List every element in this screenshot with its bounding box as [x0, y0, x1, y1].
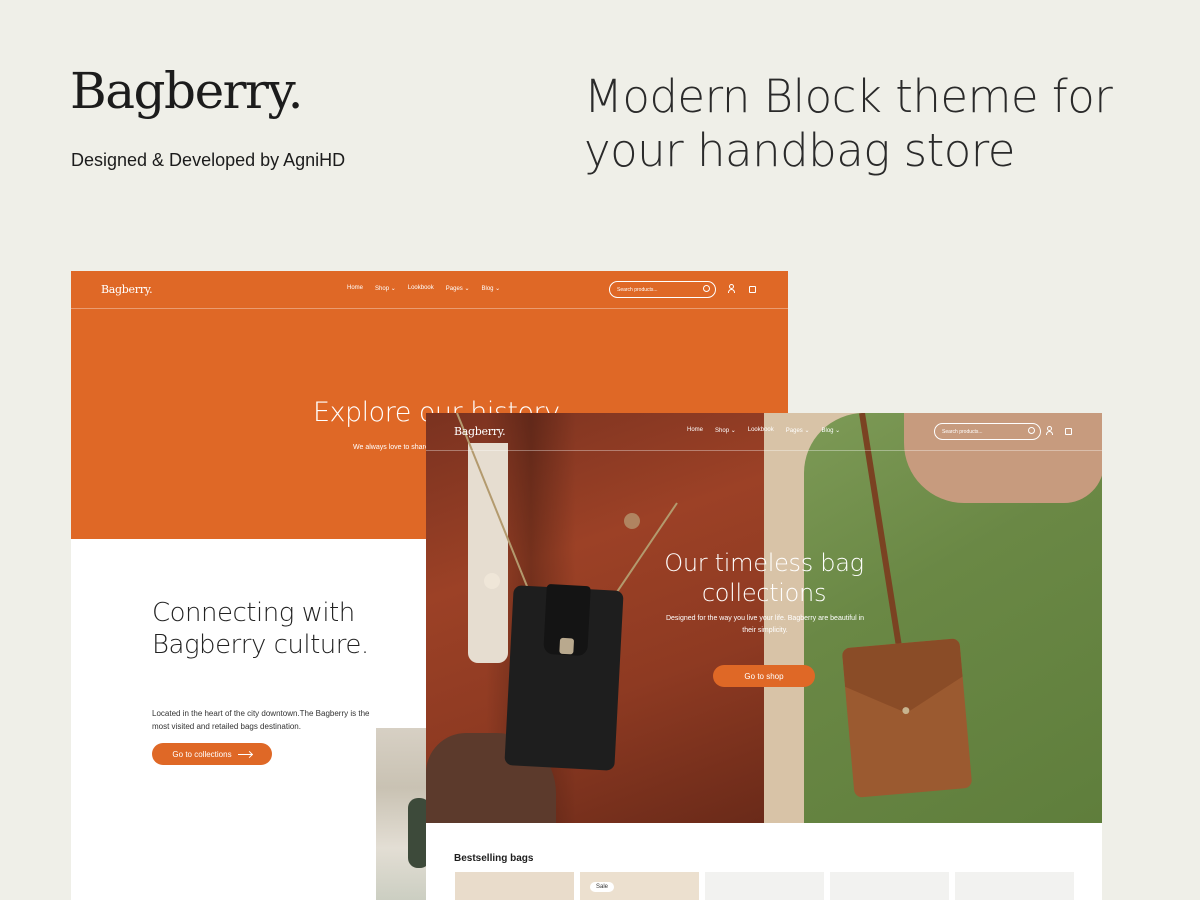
homepage-preview: Bagberry. Home Shop ⌄ Lookbook Pages ⌄ B…: [426, 413, 1102, 900]
product-card[interactable]: [955, 872, 1074, 900]
cart-icon[interactable]: [1064, 426, 1073, 435]
home-hero-title: Our timeless bag collections: [664, 549, 864, 607]
home-hero-subtitle: Designed for the way you live your life.…: [665, 615, 865, 634]
brand-credit: Designed & Developed by AgniHD: [71, 150, 346, 170]
sale-badge: Sale: [590, 882, 615, 892]
brown-crossbody-bag: [841, 638, 973, 798]
site-nav-front: Bagberry. Home Shop ⌄ Lookbook Pages ⌄ B…: [426, 413, 1102, 451]
black-phone-bag: [504, 583, 624, 771]
nav-link-home[interactable]: Home: [347, 285, 363, 292]
bestselling-heading: Bestselling bags: [454, 853, 534, 864]
nav-link-blog[interactable]: Blog ⌄: [481, 285, 500, 292]
tagline: Modern Block theme for your handbag stor…: [584, 70, 1113, 177]
search-placeholder: Search products...: [942, 429, 983, 435]
product-card[interactable]: Sale: [580, 872, 699, 900]
product-card[interactable]: [455, 872, 574, 900]
nav-link-blog[interactable]: Blog ⌄: [821, 427, 840, 434]
nav-link-pages[interactable]: Pages ⌄: [446, 285, 470, 292]
nav-links: Home Shop ⌄ Lookbook Pages ⌄ Blog ⌄: [347, 285, 500, 292]
product-card[interactable]: [830, 872, 949, 900]
go-to-shop-button[interactable]: Go to shop: [713, 665, 815, 687]
nav-link-lookbook[interactable]: Lookbook: [408, 285, 434, 292]
home-hero: Bagberry. Home Shop ⌄ Lookbook Pages ⌄ B…: [426, 413, 1102, 823]
go-to-shop-label: Go to shop: [744, 671, 784, 681]
search-icon: [703, 285, 710, 292]
go-to-collections-button[interactable]: Go to collections: [152, 743, 272, 765]
product-card[interactable]: [705, 872, 824, 900]
site-nav: Bagberry. Home Shop ⌄ Lookbook Pages ⌄ B…: [71, 271, 788, 309]
search-input[interactable]: Search products...: [934, 423, 1041, 440]
brand-logo: Bagberry.: [70, 62, 303, 120]
user-icon[interactable]: [1045, 426, 1054, 435]
nav-links: Home Shop ⌄ Lookbook Pages ⌄ Blog ⌄: [687, 427, 840, 434]
search-icon: [1028, 427, 1035, 434]
search-input[interactable]: Search products...: [609, 281, 716, 298]
search-placeholder: Search products...: [617, 287, 658, 293]
nav-link-shop[interactable]: Shop ⌄: [715, 427, 736, 434]
culture-heading: Connecting with Bagberry culture.: [152, 598, 369, 660]
nav-link-home[interactable]: Home: [687, 427, 703, 434]
arrow-right-icon: [237, 753, 252, 755]
user-icon[interactable]: [727, 284, 736, 293]
nav-logo[interactable]: Bagberry.: [454, 425, 506, 438]
go-to-collections-label: Go to collections: [172, 749, 232, 759]
cart-icon[interactable]: [748, 284, 757, 293]
nav-link-lookbook[interactable]: Lookbook: [748, 427, 774, 434]
culture-description: Located in the heart of the city downtow…: [152, 709, 370, 731]
nav-logo[interactable]: Bagberry.: [101, 283, 153, 296]
nav-link-pages[interactable]: Pages ⌄: [786, 427, 810, 434]
nav-link-shop[interactable]: Shop ⌄: [375, 285, 396, 292]
